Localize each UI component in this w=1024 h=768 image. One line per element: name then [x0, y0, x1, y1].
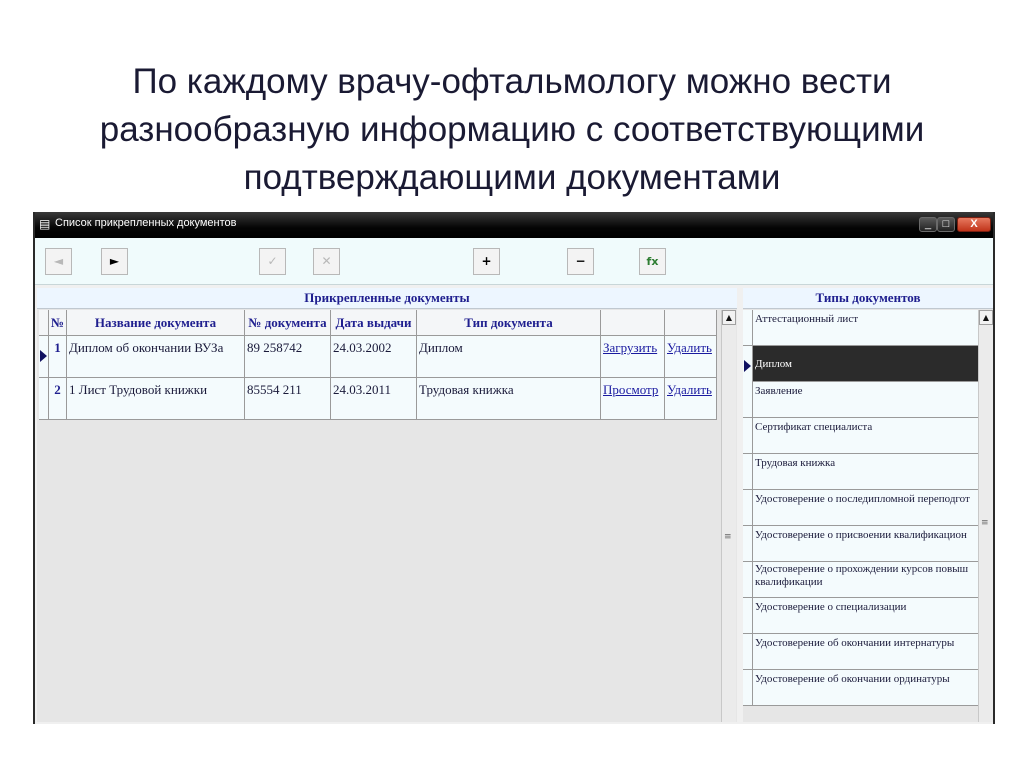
documents-panel: Прикрепленные документы № Название докум…: [37, 288, 737, 722]
col-header-num[interactable]: №: [49, 310, 67, 336]
list-item[interactable]: Трудовая книжка: [743, 454, 978, 490]
cell-date[interactable]: 24.03.2011: [331, 378, 417, 420]
prev-record-button[interactable]: ◄: [45, 248, 72, 275]
current-row-icon: [744, 360, 751, 372]
scroll-grip-icon[interactable]: ≡: [724, 532, 732, 542]
list-item[interactable]: Удостоверение об окончании ординатуры: [743, 670, 978, 706]
col-header-name[interactable]: Название документа: [67, 310, 245, 336]
remove-button[interactable]: −: [567, 248, 594, 275]
doc-type-label: Диплом: [755, 358, 793, 370]
list-item[interactable]: Сертификат специалиста: [743, 418, 978, 454]
col-header-action2: [665, 310, 717, 336]
list-item[interactable]: Удостоверение о присвоении квалификацион: [743, 526, 978, 562]
row-indicator: [39, 336, 49, 378]
doc-type-label: Сертификат специалиста: [755, 421, 873, 433]
row-indicator: [743, 454, 753, 490]
maximize-button[interactable]: □: [937, 217, 955, 232]
current-row-icon: [40, 350, 47, 362]
add-button[interactable]: +: [473, 248, 500, 275]
cell-type[interactable]: Трудовая книжка: [417, 378, 601, 420]
doc-types-caption: Типы документов: [743, 288, 993, 309]
col-header-docno[interactable]: № документа: [245, 310, 331, 336]
row-indicator: [743, 346, 753, 382]
confirm-button[interactable]: ✓: [259, 248, 286, 275]
doc-types-panel: Типы документов Аттестационный лист Дипл…: [743, 288, 993, 722]
row-indicator: [39, 378, 49, 420]
cell-docno[interactable]: 85554 211: [245, 378, 331, 420]
excel-export-button[interactable]: fx: [639, 248, 666, 275]
doc-type-label: Аттестационный лист: [755, 313, 859, 325]
indicator-header: [39, 310, 49, 336]
app-icon: ▤: [39, 217, 51, 231]
grid-header-row: № Название документа № документа Дата вы…: [39, 310, 721, 336]
upload-link[interactable]: Загрузить: [601, 336, 665, 378]
row-indicator: [743, 418, 753, 454]
documents-grid: № Название документа № документа Дата вы…: [39, 310, 721, 420]
list-item[interactable]: Заявление: [743, 382, 978, 418]
window-title: Список прикрепленных документов: [55, 217, 237, 229]
cell-num: 1: [49, 336, 67, 378]
scroll-grip-icon[interactable]: ≡: [981, 518, 989, 528]
delete-link[interactable]: Удалить: [665, 336, 717, 378]
row-indicator: [743, 598, 753, 634]
view-link[interactable]: Просмотр: [601, 378, 665, 420]
list-item[interactable]: Удостоверение о прохождении курсов повыш…: [743, 562, 978, 598]
documents-window: ▤ Список прикрепленных документов _ □ X …: [33, 212, 995, 724]
slide-title: По каждому врачу-офтальмологу можно вест…: [40, 58, 984, 202]
next-record-button[interactable]: ►: [101, 248, 128, 275]
doc-type-label: Удостоверение о последипломной переподго…: [755, 493, 970, 505]
col-header-action1: [601, 310, 665, 336]
cell-type[interactable]: Диплом: [417, 336, 601, 378]
row-indicator: [743, 526, 753, 562]
delete-link[interactable]: Удалить: [665, 378, 717, 420]
cell-date[interactable]: 24.03.2002: [331, 336, 417, 378]
cell-docno[interactable]: 89 258742: [245, 336, 331, 378]
row-indicator: [743, 490, 753, 526]
doc-type-label: Удостоверение об окончании ординатуры: [755, 673, 950, 685]
table-row[interactable]: 1 Диплом об окончании ВУЗа 89 258742 24.…: [39, 336, 721, 378]
scroll-up-icon[interactable]: ▲: [979, 310, 993, 325]
slide-title-line: разнообразную информацию с соответствующ…: [99, 110, 925, 149]
list-item[interactable]: Удостоверение о последипломной переподго…: [743, 490, 978, 526]
cell-name[interactable]: 1 Лист Трудовой книжки: [67, 378, 245, 420]
col-header-type[interactable]: Тип документа: [417, 310, 601, 336]
list-item[interactable]: Удостоверение о специализации: [743, 598, 978, 634]
col-header-date[interactable]: Дата выдачи: [331, 310, 417, 336]
doc-type-label: Удостоверение об окончании интернатуры: [755, 637, 955, 649]
documents-caption: Прикрепленные документы: [37, 288, 737, 309]
cell-num: 2: [49, 378, 67, 420]
doc-type-label: Удостоверение о прохождении курсов повыш…: [755, 563, 969, 588]
table-row[interactable]: 2 1 Лист Трудовой книжки 85554 211 24.03…: [39, 378, 721, 420]
minimize-button[interactable]: _: [919, 217, 937, 232]
documents-scrollbar[interactable]: ▲ ≡: [721, 310, 736, 722]
row-indicator: [743, 670, 753, 706]
row-indicator: [743, 310, 753, 346]
doc-type-label: Удостоверение о присвоении квалификацион: [755, 529, 967, 541]
doc-types-list: Аттестационный лист Диплом Заявление Сер…: [743, 310, 978, 706]
row-indicator: [743, 634, 753, 670]
doc-types-scrollbar[interactable]: ▲ ≡: [978, 310, 993, 722]
doc-type-label: Заявление: [755, 385, 803, 397]
window-titlebar[interactable]: ▤ Список прикрепленных документов _ □ X: [35, 212, 993, 238]
slide-title-line: подтверждающими документами: [243, 158, 781, 197]
close-button[interactable]: X: [957, 217, 991, 232]
doc-type-label: Удостоверение о специализации: [755, 601, 907, 613]
toolbar: ◄ ► ✓ ✕ + − fx: [35, 238, 993, 285]
row-indicator: [743, 562, 753, 598]
cell-name[interactable]: Диплом об окончании ВУЗа: [67, 336, 245, 378]
cancel-button[interactable]: ✕: [313, 248, 340, 275]
list-item[interactable]: Аттестационный лист: [743, 310, 978, 346]
row-indicator: [743, 382, 753, 418]
list-item-selected[interactable]: Диплом: [743, 346, 978, 382]
list-item[interactable]: Удостоверение об окончании интернатуры: [743, 634, 978, 670]
slide-title-line: По каждому врачу-офтальмологу можно вест…: [132, 62, 892, 101]
doc-type-label: Трудовая книжка: [755, 457, 836, 469]
scroll-up-icon[interactable]: ▲: [722, 310, 736, 325]
